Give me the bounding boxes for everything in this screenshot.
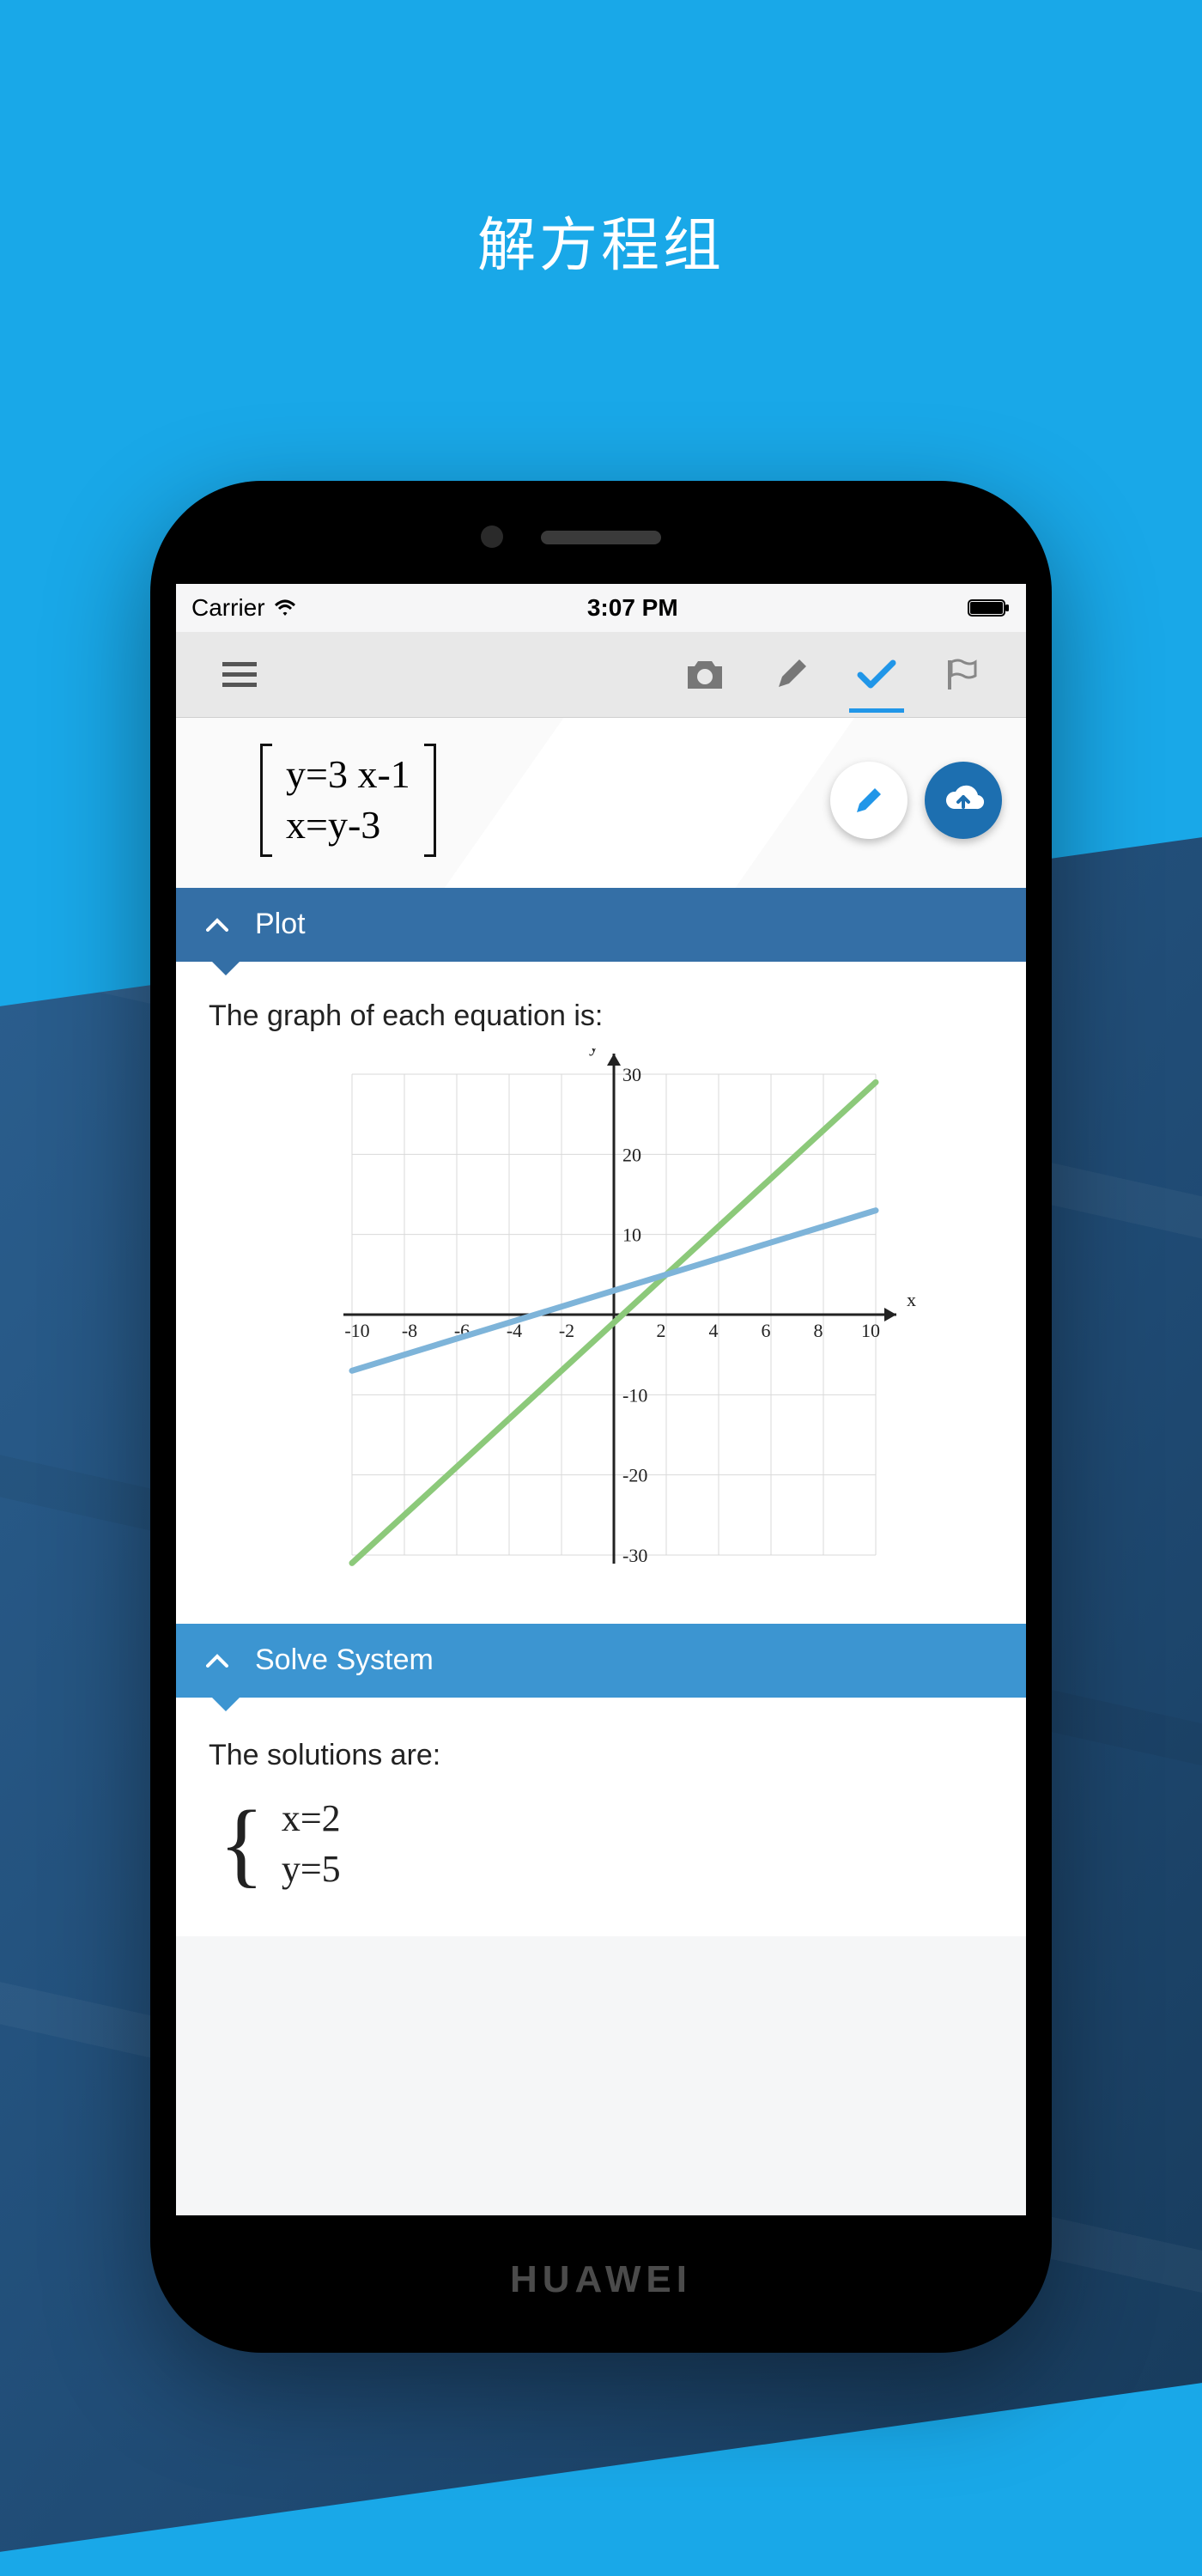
app-toolbar	[176, 632, 1026, 718]
solutions-description: The solutions are:	[209, 1739, 993, 1772]
flag-button[interactable]	[920, 632, 1005, 718]
plot-panel: The graph of each equation is: -10-8-6-4…	[176, 962, 1026, 1624]
flag-icon	[944, 657, 980, 693]
plot-header[interactable]: Plot	[176, 888, 1026, 962]
svg-text:-30: -30	[622, 1545, 647, 1566]
brace-icon: {	[219, 1801, 264, 1886]
status-bar: Carrier 3:07 PM	[176, 584, 1026, 632]
check-icon	[857, 659, 896, 690]
svg-text:30: 30	[622, 1064, 641, 1085]
svg-text:-8: -8	[402, 1320, 417, 1341]
pencil-icon	[774, 658, 808, 692]
svg-text:10: 10	[861, 1320, 880, 1341]
svg-text:6: 6	[762, 1320, 771, 1341]
solve-header[interactable]: Solve System	[176, 1624, 1026, 1698]
svg-text:-20: -20	[622, 1464, 647, 1485]
phone-sensor	[481, 526, 503, 548]
clock-label: 3:07 PM	[298, 594, 968, 622]
solve-title: Solve System	[255, 1643, 434, 1677]
solutions-panel: The solutions are: { x=2 y=5	[176, 1698, 1026, 1936]
svg-text:-10: -10	[622, 1384, 647, 1406]
phone-mockup: HUAWEI Carrier 3:07 PM	[150, 481, 1052, 2353]
svg-text:2: 2	[657, 1320, 666, 1341]
plot-description: The graph of each equation is:	[209, 999, 993, 1033]
solution-y: y=5	[282, 1844, 341, 1894]
battery-icon	[968, 598, 1011, 617]
edit-equation-button[interactable]	[830, 762, 908, 839]
svg-text:20: 20	[622, 1144, 641, 1165]
wifi-icon	[272, 598, 298, 617]
svg-text:10: 10	[622, 1224, 641, 1245]
carrier-label: Carrier	[191, 594, 265, 622]
pencil-icon	[850, 781, 888, 819]
equation-line-1: y=3 x-1	[286, 752, 410, 798]
check-button[interactable]	[834, 632, 920, 718]
svg-text:x: x	[907, 1289, 916, 1310]
equation-plot: -10-8-6-4-2246810-30-20-10102030xy	[275, 1048, 927, 1598]
equation-line-2: x=y-3	[286, 803, 410, 848]
cloud-upload-icon	[940, 783, 986, 817]
svg-text:-10: -10	[344, 1320, 369, 1341]
svg-text:8: 8	[814, 1320, 823, 1341]
svg-text:y: y	[589, 1048, 598, 1056]
solution-x: x=2	[282, 1793, 341, 1844]
phone-screen: Carrier 3:07 PM	[176, 584, 1026, 2215]
solutions-box: { x=2 y=5	[219, 1793, 993, 1895]
chevron-up-icon	[200, 908, 234, 942]
hamburger-icon	[222, 662, 257, 688]
page-title: 解方程组	[0, 197, 1202, 283]
phone-brand: HUAWEI	[150, 2258, 1052, 2301]
svg-text:-2: -2	[559, 1320, 574, 1341]
camera-icon	[684, 658, 725, 692]
camera-button[interactable]	[662, 632, 748, 718]
svg-text:4: 4	[709, 1320, 719, 1341]
equation-box: y=3 x-1 x=y-3	[260, 744, 436, 857]
chevron-up-icon	[200, 1643, 234, 1678]
plot-title: Plot	[255, 908, 306, 941]
equation-area: y=3 x-1 x=y-3	[176, 718, 1026, 888]
phone-speaker	[541, 531, 661, 544]
edit-button[interactable]	[748, 632, 834, 718]
cloud-upload-button[interactable]	[925, 762, 1002, 839]
menu-button[interactable]	[197, 632, 282, 718]
